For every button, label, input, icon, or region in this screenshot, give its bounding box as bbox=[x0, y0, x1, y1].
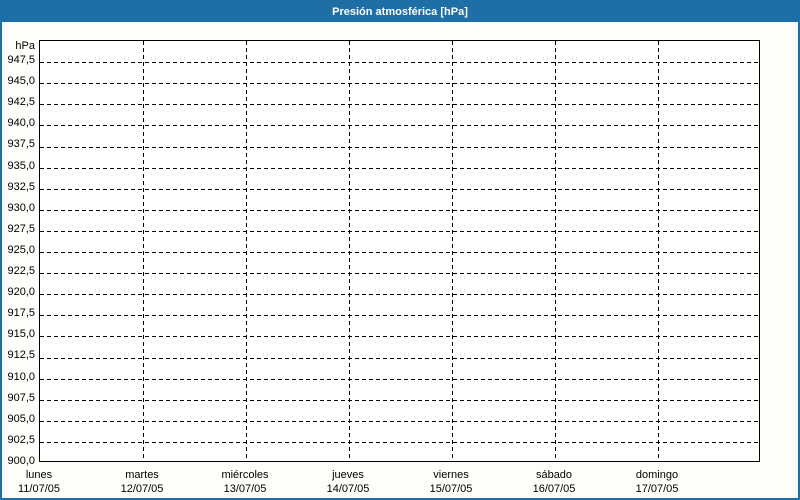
gridline-horizontal bbox=[40, 442, 759, 443]
y-tick-label: 910,0 bbox=[7, 371, 35, 383]
x-date-label: 14/07/05 bbox=[326, 483, 370, 495]
gridline-horizontal bbox=[40, 83, 759, 84]
y-tick-label: 905,0 bbox=[7, 413, 35, 425]
y-tick-label: 947,5 bbox=[7, 54, 35, 66]
x-date-label: 13/07/05 bbox=[223, 483, 267, 495]
y-tick-label: 932,5 bbox=[7, 181, 35, 193]
x-date-label: 17/07/05 bbox=[635, 483, 679, 495]
y-tick-label: 927,5 bbox=[7, 223, 35, 235]
x-day-label: martes bbox=[125, 469, 159, 481]
gridline-horizontal bbox=[40, 252, 759, 253]
y-tick-label: 912,5 bbox=[7, 349, 35, 361]
gridline-horizontal bbox=[40, 315, 759, 316]
y-tick-label: 942,5 bbox=[7, 96, 35, 108]
gridline-vertical bbox=[349, 41, 350, 461]
x-date-label: 11/07/05 bbox=[17, 483, 60, 495]
x-day-label: miércoles bbox=[221, 469, 269, 481]
x-day-label: lunes bbox=[25, 469, 53, 481]
gridline-vertical bbox=[658, 41, 659, 461]
gridline-vertical bbox=[555, 41, 556, 461]
y-tick-label: 900,0 bbox=[7, 455, 35, 467]
y-tick-label: 937,5 bbox=[7, 138, 35, 150]
gridline-horizontal bbox=[40, 231, 759, 232]
y-tick-label: 940,0 bbox=[7, 117, 35, 129]
gridline-vertical bbox=[246, 41, 247, 461]
y-tick-label: 902,5 bbox=[7, 434, 35, 446]
gridline-horizontal bbox=[40, 104, 759, 105]
gridline-horizontal bbox=[40, 189, 759, 190]
y-tick-label: 907,5 bbox=[7, 392, 35, 404]
gridline-horizontal bbox=[40, 147, 759, 148]
gridline-horizontal bbox=[40, 210, 759, 211]
gridline-horizontal bbox=[40, 421, 759, 422]
x-day-label: viernes bbox=[433, 469, 469, 481]
x-date-label: 12/07/05 bbox=[120, 483, 164, 495]
gridline-horizontal bbox=[40, 358, 759, 359]
chart-title: Presión atmosférica [hPa] bbox=[332, 6, 468, 18]
gridline-horizontal bbox=[40, 336, 759, 337]
gridline-horizontal bbox=[40, 294, 759, 295]
chart-canvas: hPa 947,5 945,0 942,5 940,0 937,5 935,0 … bbox=[2, 22, 798, 498]
chart-window: Presión atmosférica [hPa] hPa 947,5 945,… bbox=[0, 0, 800, 500]
y-tick-label: 915,0 bbox=[7, 328, 35, 340]
y-axis-unit-label: hPa bbox=[15, 40, 35, 52]
x-day-label: sábado bbox=[535, 469, 573, 481]
y-tick-label: 925,0 bbox=[7, 244, 35, 256]
x-day-label: domingo bbox=[635, 469, 679, 481]
y-tick-label: 945,0 bbox=[7, 75, 35, 87]
x-date-label: 16/07/05 bbox=[532, 483, 576, 495]
y-tick-label: 930,0 bbox=[7, 202, 35, 214]
gridline-horizontal bbox=[40, 379, 759, 380]
y-tick-label: 917,5 bbox=[7, 307, 35, 319]
plot-area bbox=[39, 40, 760, 462]
x-day-label: jueves bbox=[332, 469, 364, 481]
gridline-horizontal bbox=[40, 62, 759, 63]
y-tick-label: 922,5 bbox=[7, 265, 35, 277]
gridline-horizontal bbox=[40, 125, 759, 126]
gridline-vertical bbox=[452, 41, 453, 461]
gridline-horizontal bbox=[40, 168, 759, 169]
x-date-label: 15/07/05 bbox=[429, 483, 473, 495]
y-tick-label: 920,0 bbox=[7, 286, 35, 298]
y-tick-label: 935,0 bbox=[7, 160, 35, 172]
title-bar: Presión atmosférica [hPa] bbox=[2, 2, 798, 22]
gridline-vertical bbox=[143, 41, 144, 461]
gridline-horizontal bbox=[40, 400, 759, 401]
gridline-horizontal bbox=[40, 273, 759, 274]
